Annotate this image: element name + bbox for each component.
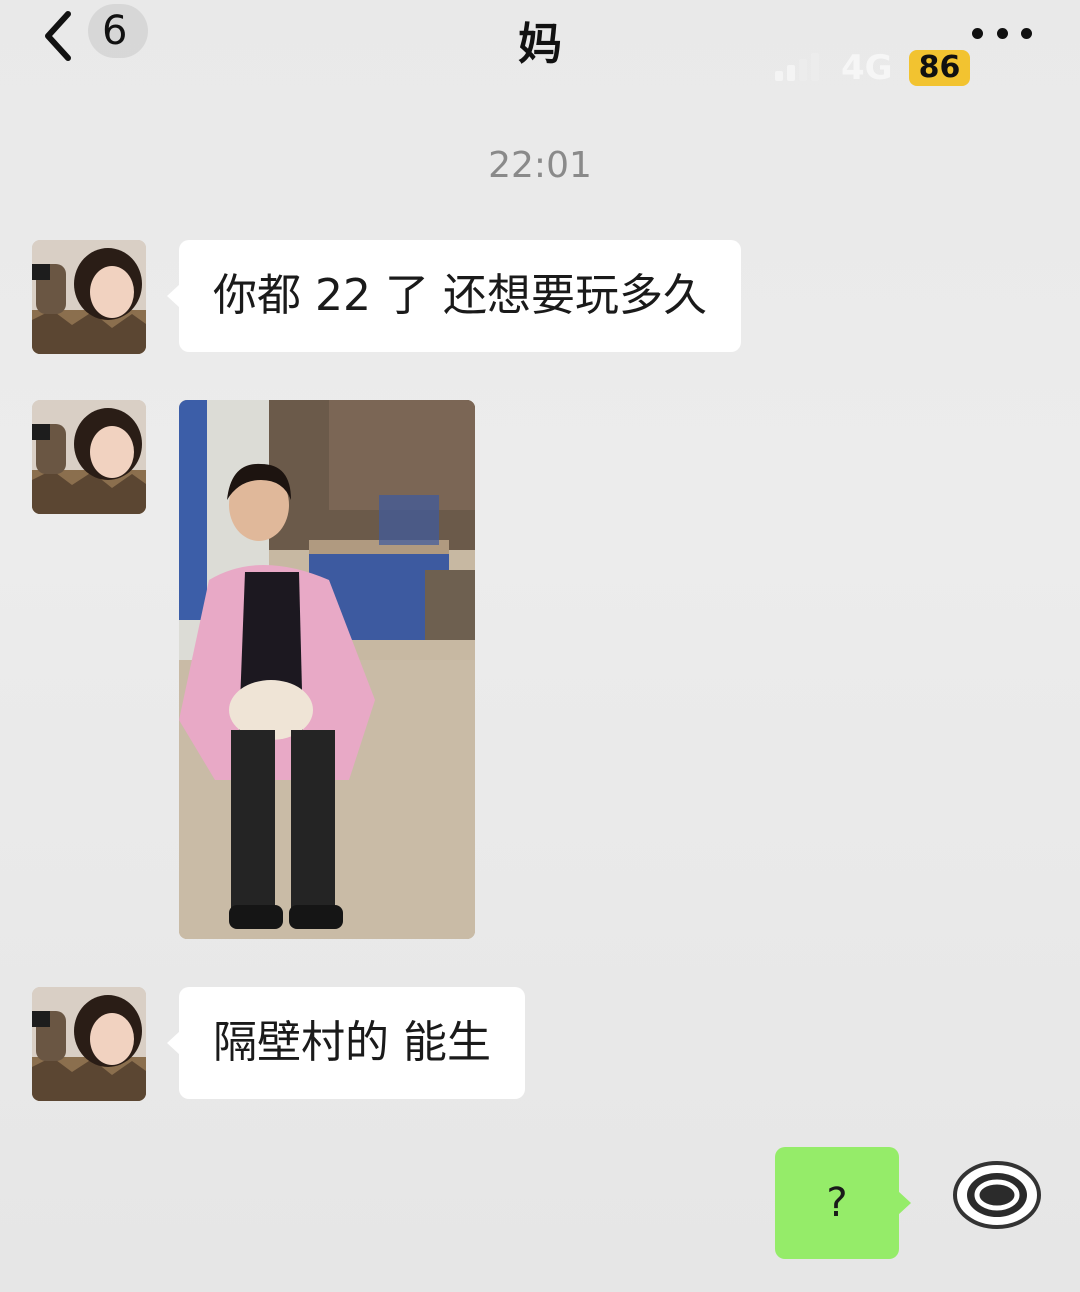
watermark-logo <box>952 1160 1042 1230</box>
message-bubble[interactable]: 隔壁村的 能生 <box>167 987 525 1099</box>
contact-avatar[interactable] <box>32 240 146 354</box>
top-bar: 6 妈 4G 86 <box>0 0 1080 96</box>
chat-title: 妈 <box>518 19 562 70</box>
message-bubble[interactable]: 你都 22 了 还想要玩多久 <box>167 240 741 352</box>
battery-level: 86 <box>908 50 971 86</box>
contact-avatar[interactable] <box>32 987 146 1101</box>
chevron-left-icon <box>40 8 76 64</box>
message-timestamp: 22:01 <box>488 145 592 186</box>
contact-avatar[interactable] <box>32 400 146 514</box>
signal-icon <box>775 53 819 81</box>
image-message[interactable] <box>179 400 475 939</box>
status-bar: 4G 86 <box>775 48 971 88</box>
more-button[interactable] <box>972 18 1032 48</box>
sent-message-bubble[interactable]: ? <box>775 1147 911 1259</box>
network-type: 4G <box>841 48 893 88</box>
more-dots-icon <box>972 27 983 39</box>
chat-screen: 6 妈 4G 86 22:01 你都 22 了 还想要玩多久 隔壁村的 能生 ? <box>0 0 1080 1292</box>
unread-count-badge: 6 <box>88 4 148 58</box>
